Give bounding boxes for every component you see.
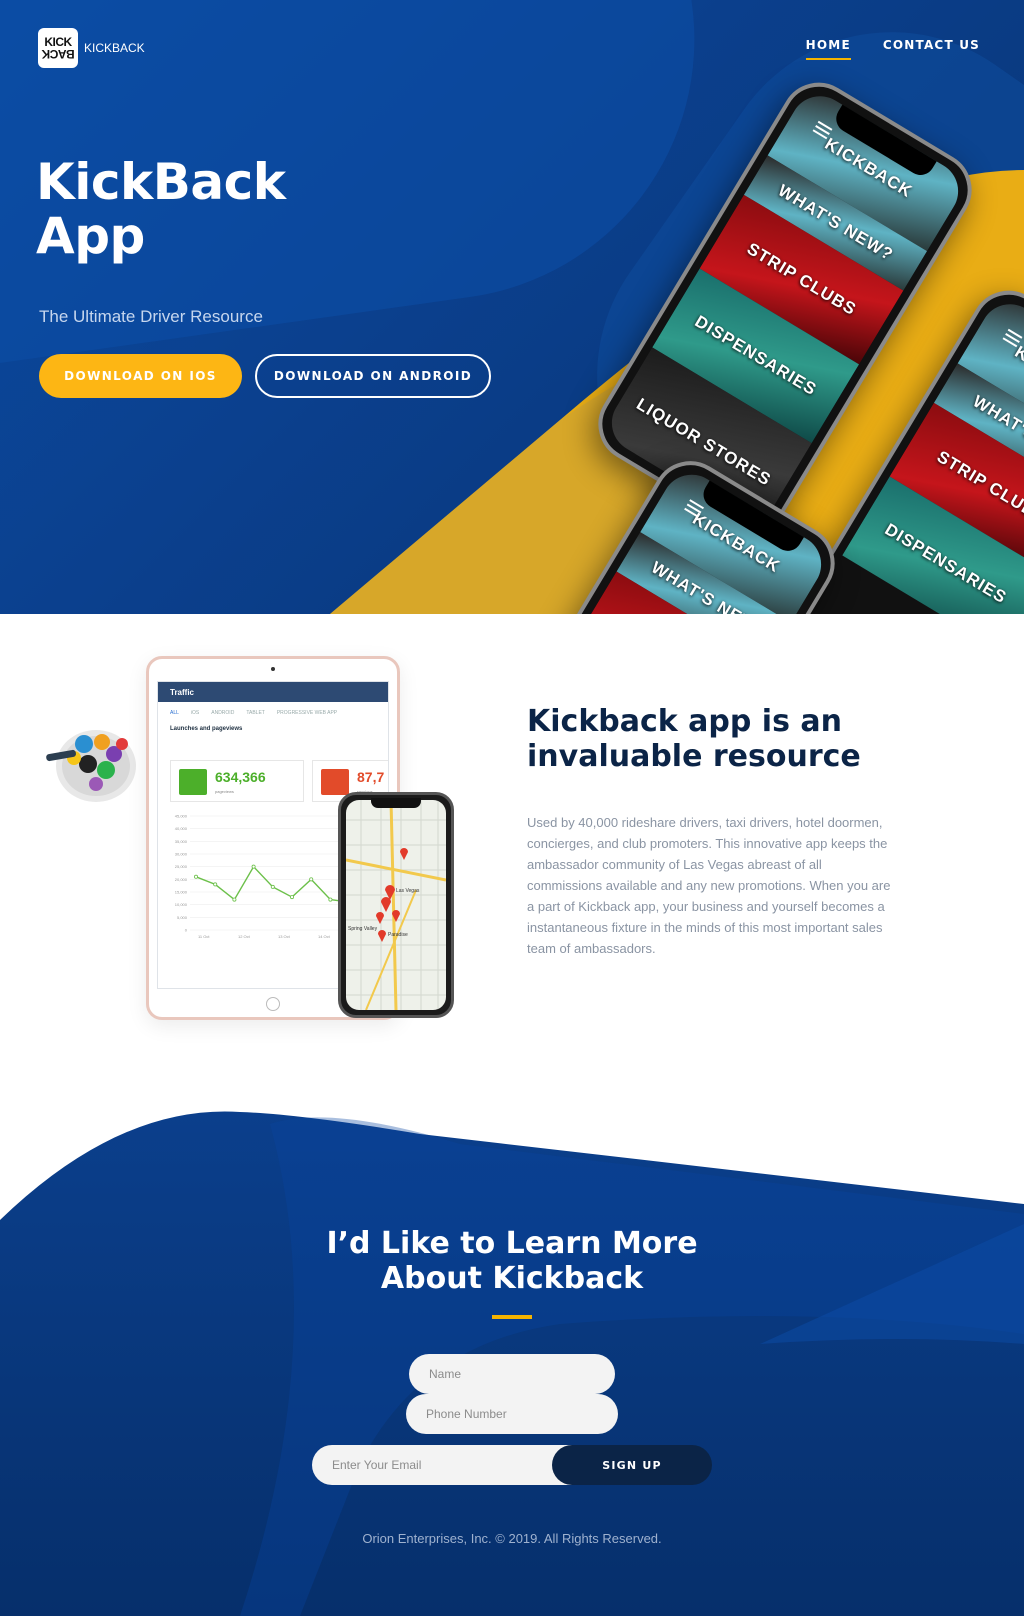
contact-title-line2: About Kickback — [380, 1261, 644, 1296]
chart-y-tick: 45,000 — [175, 814, 188, 819]
logo[interactable]: KICK BACK KICKBACK — [38, 28, 145, 68]
chart-y-tick: 35,000 — [175, 839, 188, 844]
chart-point — [289, 895, 294, 900]
copyright-text: Orion Enterprises, Inc. © 2019. All Righ… — [362, 1531, 662, 1546]
chart-point — [232, 897, 237, 902]
tablet-tab: PROGRESSIVE WEB APP — [276, 710, 338, 716]
stat-value: 87,7 — [357, 769, 385, 785]
nav-home[interactable]: HOME — [805, 38, 851, 60]
tablet-tab: iOS — [190, 710, 200, 716]
hero-subtitle: The Ultimate Driver Resource — [39, 307, 263, 326]
tablet-tabs: ALL iOS ANDROID TABLET PROGRESSIVE WEB A… — [158, 702, 388, 716]
about-body: Used by 40,000 rideshare drivers, taxi d… — [527, 815, 891, 956]
logo-mark: KICK BACK — [38, 28, 78, 68]
chart-point — [194, 874, 199, 879]
contact-title-line1: I’d Like to Learn More — [326, 1226, 698, 1261]
tablet-header: Traffic — [158, 682, 388, 702]
logo-mark-bottom: BACK — [41, 47, 75, 61]
glasses-icon — [179, 769, 207, 795]
tablet-chart-label: Launches and pageviews — [170, 726, 243, 732]
contact-title: I’d Like to Learn More About Kickback — [0, 1226, 1024, 1296]
download-ios-button[interactable]: DOWNLOAD ON IOS — [39, 354, 242, 398]
tablet-tab: TABLET — [246, 710, 265, 716]
map-label: Spring Valley — [348, 926, 378, 932]
chart-point — [251, 864, 256, 869]
chart-y-tick: 40,000 — [175, 826, 188, 831]
stat-label: pageviews — [215, 789, 234, 794]
map-graphic: Las Vegas Paradise Spring Valley — [346, 800, 446, 1010]
about-title: Kickback app is an invaluable resource — [527, 704, 861, 774]
nav-contact[interactable]: CONTACT US — [883, 38, 980, 60]
chart-y-tick: 20,000 — [175, 877, 188, 882]
hero-title-line2: App — [36, 207, 145, 265]
chart-y-tick: 25,000 — [175, 864, 188, 869]
marker-cup-image — [46, 730, 136, 802]
stat-card-pageviews: 634,366 pageviews — [170, 760, 304, 802]
hero-title: KickBack App — [36, 155, 336, 263]
tablet-tab: ANDROID — [211, 710, 235, 716]
chart-point — [270, 884, 275, 889]
download-android-button[interactable]: DOWNLOAD ON ANDROID — [255, 354, 491, 398]
chart-y-tick: 15,000 — [175, 890, 188, 895]
chart-point — [213, 882, 218, 887]
logo-text: KICKBACK — [84, 41, 145, 55]
main-nav: HOME CONTACT US — [805, 38, 980, 60]
map-phone-mockup: Las Vegas Paradise Spring Valley — [338, 792, 454, 1018]
chart-point — [309, 877, 314, 882]
email-field[interactable] — [312, 1445, 582, 1485]
stat-value: 634,366 — [215, 769, 266, 785]
tablet-home-button — [266, 997, 280, 1011]
chart-x-tick: 12 Oct — [238, 934, 251, 939]
map-screen: Las Vegas Paradise Spring Valley — [346, 800, 446, 1010]
chart-x-tick: 13 Oct — [278, 934, 291, 939]
map-label: Las Vegas — [396, 888, 420, 894]
map-label: Paradise — [388, 932, 408, 938]
chart-x-tick: 11 Oct — [198, 934, 210, 939]
chart-x-tick: 14 Oct — [318, 934, 331, 939]
title-divider — [492, 1315, 532, 1319]
rocket-icon — [321, 769, 349, 795]
phone-field[interactable] — [406, 1394, 618, 1434]
sign-up-button[interactable]: SIGN UP — [552, 1445, 712, 1485]
contact-section: I’d Like to Learn More About Kickback SI… — [0, 1044, 1024, 1616]
chart-point — [328, 897, 333, 902]
hero-section: KICK BACK KICKBACK HOME CONTACT US KickB… — [0, 0, 1024, 614]
tablet-tab: ALL — [170, 710, 179, 716]
chart-y-tick: 5,000 — [177, 915, 188, 920]
chart-y-tick: 10,000 — [175, 902, 188, 907]
tablet-camera — [271, 667, 275, 671]
phone-notch — [371, 798, 421, 808]
about-section: Traffic ALL iOS ANDROID TABLET PROGRESSI… — [0, 614, 1024, 1044]
chart-y-tick: 30,000 — [175, 852, 188, 857]
chart-y-tick: 0 — [185, 928, 188, 933]
hero-title-line1: KickBack — [36, 153, 286, 211]
name-field[interactable] — [409, 1354, 615, 1394]
